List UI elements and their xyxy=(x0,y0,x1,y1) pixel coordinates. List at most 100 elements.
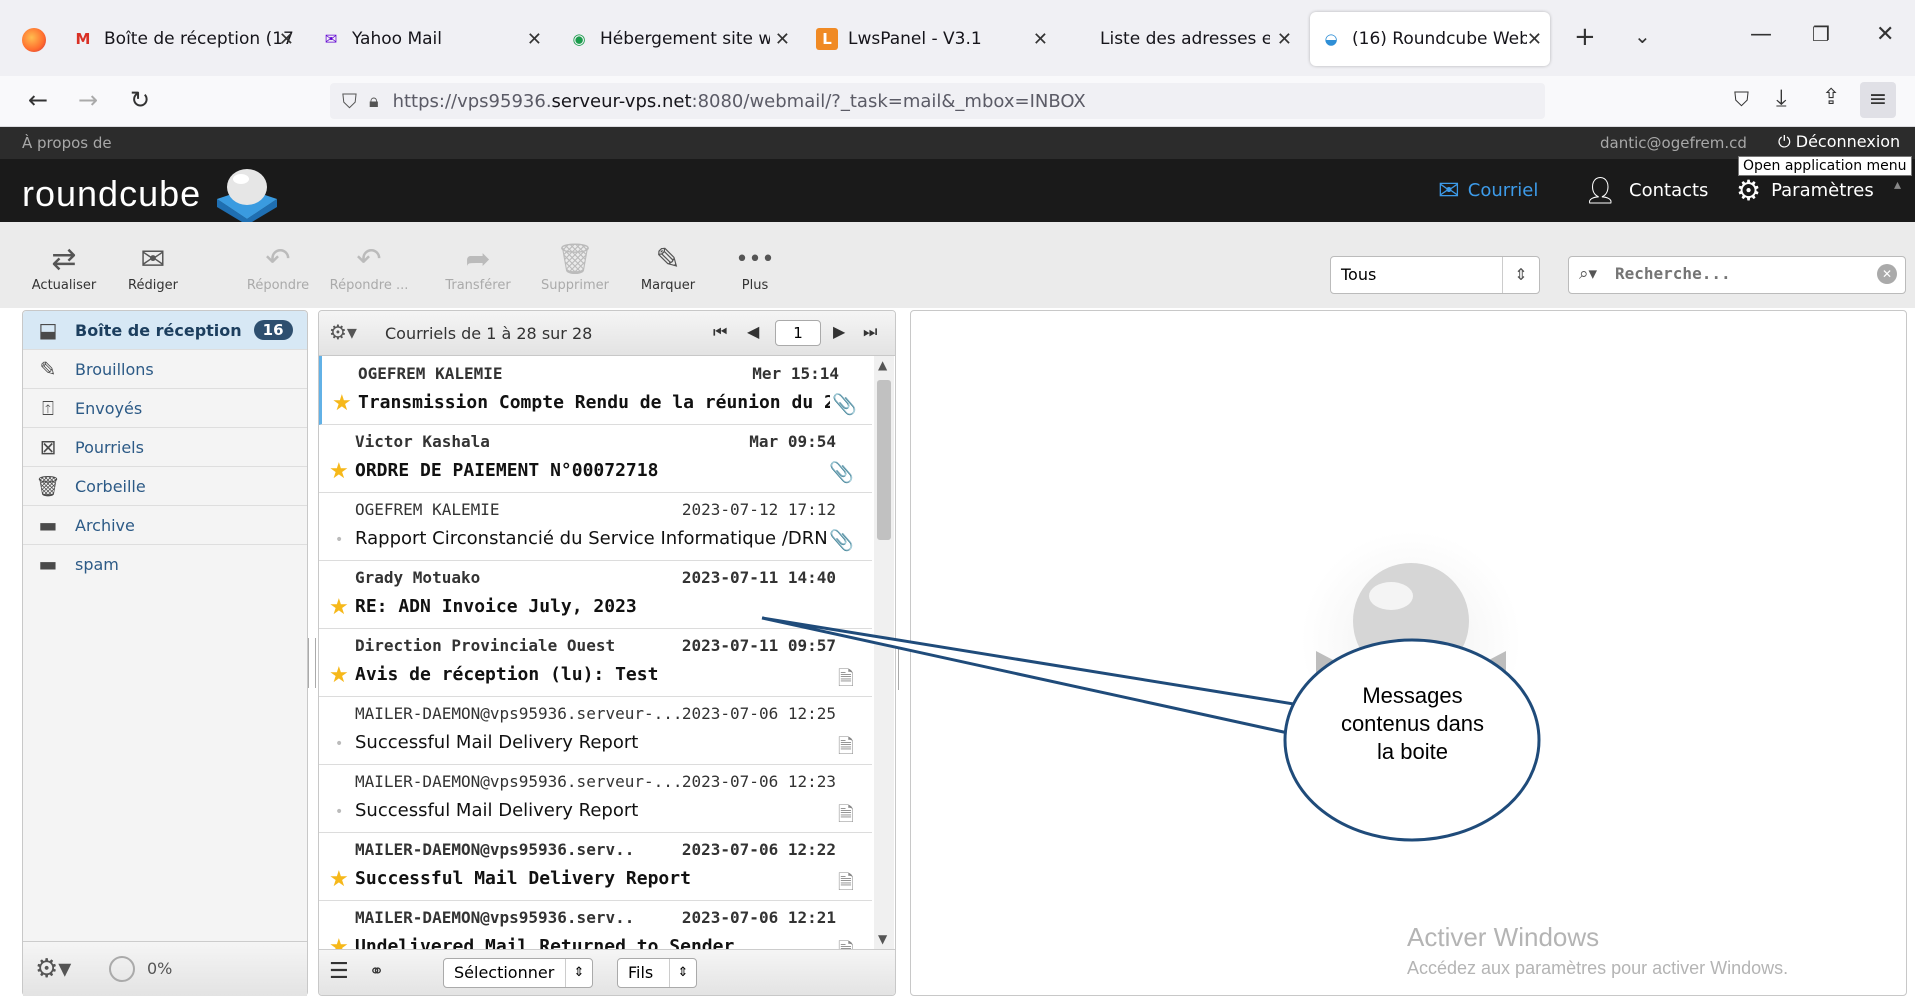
tab-gmail[interactable]: M Boîte de réception (17 ✕ xyxy=(72,12,302,66)
url-field[interactable]: ⛉ 🔒︎ https://vps95936. serveur-vps.net:80… xyxy=(330,83,1545,119)
about-link[interactable]: À propos de xyxy=(22,134,112,152)
unflagged-dot-icon[interactable]: • xyxy=(335,804,343,820)
back-icon[interactable]: ← xyxy=(28,86,48,114)
select-dropdown[interactable]: Sélectionner ⇕ xyxy=(443,958,593,988)
window-close-icon[interactable]: ✕ xyxy=(1876,22,1894,47)
tab-roundcube[interactable]: ◒ (16) Roundcube Webm ✕ xyxy=(1310,12,1550,66)
header-collapse-icon[interactable]: ▴ xyxy=(1894,177,1901,193)
minimize-icon[interactable]: — xyxy=(1750,22,1772,47)
page-number-input[interactable]: 1 xyxy=(775,320,821,346)
lock-icon[interactable]: 🔒︎ xyxy=(369,91,379,112)
flagged-star-icon[interactable]: ★ xyxy=(329,595,349,620)
tab-label: Liste des adresses e-m xyxy=(1100,29,1270,49)
delete-button[interactable]: 🗑 Supprimer xyxy=(532,242,618,293)
unflagged-dot-icon[interactable]: • xyxy=(335,532,343,548)
mark-button[interactable]: ✎ Marquer xyxy=(632,242,704,293)
list-options-gear-icon[interactable]: ⚙▾ xyxy=(329,320,357,344)
tab-list-chevron-icon[interactable]: ⌄ xyxy=(1634,24,1651,48)
search-clear-icon[interactable]: ✕ xyxy=(1877,264,1897,284)
tab-lwspanel[interactable]: L LwsPanel - V3.1 ✕ xyxy=(816,12,1056,66)
folder-archive[interactable]: ▬ Archive xyxy=(23,506,307,545)
flagged-star-icon[interactable]: ★ xyxy=(329,867,349,892)
flagged-star-icon[interactable]: ★ xyxy=(329,663,349,688)
scroll-down-icon[interactable]: ▼ xyxy=(878,932,887,946)
close-icon[interactable]: ✕ xyxy=(775,29,790,50)
reply-label: Répondre xyxy=(246,278,310,293)
unflagged-dot-icon[interactable]: • xyxy=(335,736,343,752)
left-footer: ⚙▾ 0% xyxy=(23,941,307,996)
logo[interactable]: roundcube xyxy=(22,169,283,225)
flagged-star-icon[interactable]: ★ xyxy=(332,391,352,416)
attachment-icon: 📎 xyxy=(829,460,854,484)
compose-button[interactable]: ✉ Rédiger xyxy=(118,242,188,293)
list-scrollbar[interactable]: ▲ ▼ xyxy=(874,356,894,951)
restore-icon[interactable]: ❐ xyxy=(1812,22,1830,46)
firefox-icon[interactable] xyxy=(22,28,46,52)
nav-contacts[interactable]: 👤︎ Contacts xyxy=(1584,159,1708,222)
forward-button[interactable]: ➦ Transférer xyxy=(436,242,520,293)
folder-trash[interactable]: 🗑︎ Corbeille xyxy=(23,467,307,506)
message-row[interactable]: MAILER-DAEMON@vps95936.serveur-... 2023-0… xyxy=(319,696,872,765)
pane-resize-handle[interactable] xyxy=(898,640,905,690)
next-page-icon[interactable]: ▶ xyxy=(833,322,845,341)
pocket-icon[interactable]: ⛉ xyxy=(1734,87,1749,111)
nav-mail[interactable]: ✉ Courriel xyxy=(1438,159,1538,222)
flagged-star-icon[interactable]: ★ xyxy=(329,459,349,484)
message-row[interactable]: OGEFREM KALEMIE Mer 15:14 Transmission Com… xyxy=(319,356,872,425)
select-arrows-icon: ⇕ xyxy=(1502,257,1539,293)
tab-yahoo[interactable]: ✉ Yahoo Mail ✕ xyxy=(320,12,550,66)
refresh-button[interactable]: ⇄ Actualiser xyxy=(26,242,102,293)
message-row[interactable]: MAILER-DAEMON@vps95936.serv.. 2023-07-06 … xyxy=(319,900,872,951)
filter-select[interactable]: Tous ⇕ xyxy=(1330,256,1540,294)
message-row[interactable]: Victor Kashala Mar 09:54 ORDRE DE PAIEMENT… xyxy=(319,424,872,493)
search-input[interactable] xyxy=(1613,263,1867,284)
pencil-icon: ✎ xyxy=(655,242,681,277)
folder-label: Envoyés xyxy=(75,398,143,418)
message-sender: MAILER-DAEMON@vps95936.serv.. xyxy=(355,840,635,859)
search-field[interactable]: ⌕▾ ✕ xyxy=(1568,256,1906,294)
more-button[interactable]: ••• Plus xyxy=(722,242,788,293)
folder-drafts[interactable]: ✎ Brouillons xyxy=(23,350,307,389)
forward-icon[interactable]: → xyxy=(78,86,98,114)
message-row[interactable]: Direction Provinciale Ouest 2023-07-11 09… xyxy=(319,628,872,697)
share-icon[interactable]: ⇪ xyxy=(1822,85,1840,110)
new-tab-button[interactable]: + xyxy=(1574,22,1596,52)
folder-inbox[interactable]: ⬓ Boîte de réception 16 xyxy=(23,311,307,350)
message-row[interactable]: Grady Motuako 2023-07-11 14:40 RE: ADN Inv… xyxy=(319,560,872,629)
downloads-icon[interactable]: ⤓ xyxy=(1776,84,1787,112)
reply-all-button[interactable]: ↶ Répondre ... xyxy=(328,242,410,293)
close-icon[interactable]: ✕ xyxy=(1033,29,1048,50)
first-page-icon[interactable]: ⏮ xyxy=(713,322,727,342)
logout-link[interactable]: ⏻ Déconnexion xyxy=(1778,132,1900,152)
reply-button[interactable]: ↶ Répondre xyxy=(240,242,316,293)
menu-icon[interactable]: ≡ xyxy=(1860,82,1896,118)
tab-hosting[interactable]: ◉ Hébergement site web ✕ xyxy=(568,12,798,66)
threads-dropdown[interactable]: Fils ⇕ xyxy=(617,958,697,988)
close-icon[interactable]: ✕ xyxy=(279,29,294,50)
contacts-icon: 👤︎ xyxy=(1584,175,1618,206)
close-icon[interactable]: ✕ xyxy=(1277,29,1292,50)
folder-junk[interactable]: ⊠ Pourriels xyxy=(23,428,307,467)
message-row[interactable]: MAILER-DAEMON@vps95936.serv.. 2023-07-06 … xyxy=(319,832,872,901)
close-icon[interactable]: ✕ xyxy=(1527,29,1542,50)
trash-icon: 🗑︎ xyxy=(35,474,61,498)
message-row[interactable]: OGEFREM KALEMIE 2023-07-12 17:12 Rapport C… xyxy=(319,492,872,561)
message-row[interactable]: MAILER-DAEMON@vps95936.serveur-... 2023-0… xyxy=(319,764,872,833)
roundcube-logo-icon xyxy=(217,169,278,225)
folder-settings-gear-icon[interactable]: ⚙▾ xyxy=(35,954,71,984)
shield-icon[interactable]: ⛉ xyxy=(342,89,357,113)
list-view-icon[interactable]: ☰ xyxy=(329,959,349,984)
reload-icon[interactable]: ↻ xyxy=(130,86,150,114)
filter-value: Tous xyxy=(1341,265,1377,284)
search-icon[interactable]: ⌕▾ xyxy=(1579,264,1597,284)
last-page-icon[interactable]: ⏭ xyxy=(863,322,877,342)
folder-spam[interactable]: ▬ spam xyxy=(23,545,307,583)
tab-address-list[interactable]: Liste des adresses e-m ✕ xyxy=(1100,12,1300,66)
prev-page-icon[interactable]: ◀ xyxy=(747,322,759,341)
scroll-thumb[interactable] xyxy=(877,380,891,540)
close-icon[interactable]: ✕ xyxy=(527,29,542,50)
threads-toggle-icon[interactable]: ⚭ xyxy=(369,961,384,982)
scroll-up-icon[interactable]: ▲ xyxy=(878,358,887,372)
folder-sent[interactable]: ⍐ Envoyés xyxy=(23,389,307,428)
pane-resize-handle[interactable] xyxy=(308,638,316,688)
